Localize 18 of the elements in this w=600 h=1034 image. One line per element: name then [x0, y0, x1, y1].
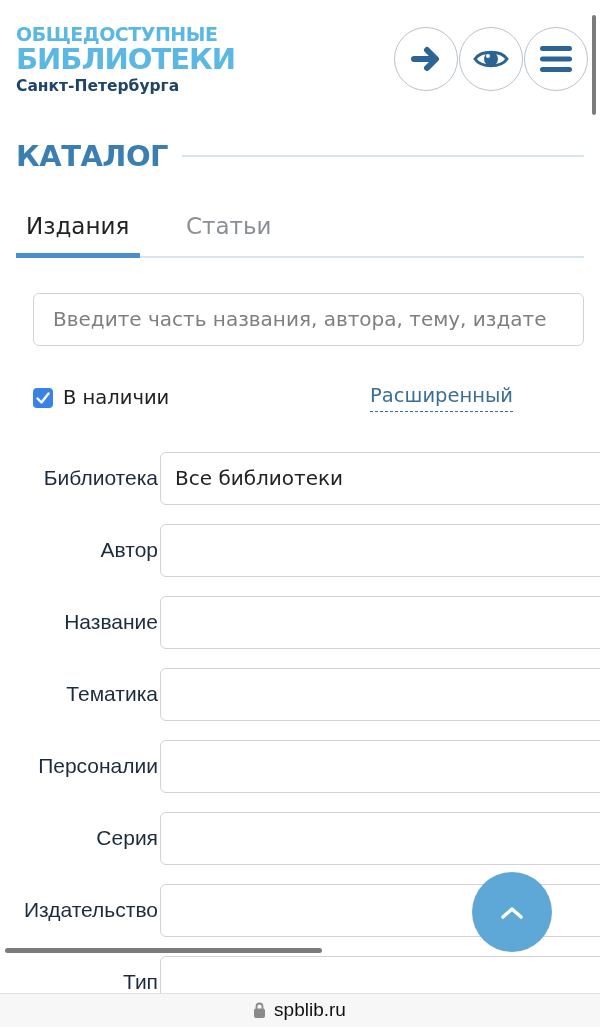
url-text: spblib.ru	[274, 999, 346, 1021]
logo-text: ОБЩЕДОСТУПНЫЕ	[16, 25, 219, 44]
field-label: Автор	[99, 538, 159, 562]
advanced-search-link[interactable]: Расширенный	[370, 383, 513, 412]
search-field[interactable]: Введите часть названия, автора, тему, издате	[33, 292, 584, 346]
field-label: Серия	[95, 826, 159, 850]
section-title: КАТАЛОГ	[16, 138, 169, 173]
field-label: Тип	[122, 970, 159, 993]
field-label: Персоналии	[37, 754, 159, 778]
field-label: Издательство	[23, 898, 159, 922]
field-label: Название	[63, 610, 159, 634]
logo-subtitle: Санкт-Петербурга	[16, 79, 181, 95]
checkbox-label: В наличии	[63, 386, 170, 409]
logo-text: БИБЛИОТЕКИ	[16, 45, 236, 74]
tab[interactable]: Издания	[16, 212, 140, 258]
field-label: Тематика	[65, 682, 159, 706]
input-field[interactable]: Все библиотеки	[160, 451, 600, 505]
field-label: Библиотека	[42, 466, 159, 490]
